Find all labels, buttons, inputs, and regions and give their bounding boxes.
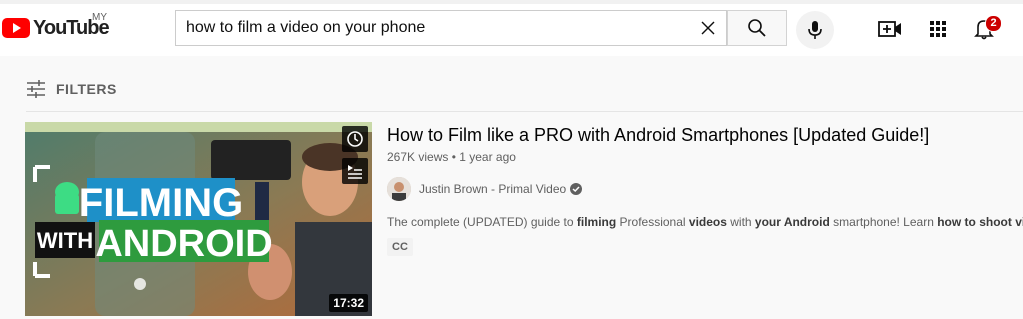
search-input[interactable] [176,11,686,45]
clock-icon [347,131,363,147]
video-description: The complete (UPDATED) guide to filming … [387,215,1023,229]
apps-grid-icon [930,21,946,37]
masthead: YouTube MY how to film a video on your p… [0,0,1023,56]
thumb-line1: FILMING [79,181,243,225]
filters-label: FILTERS [56,81,117,97]
close-icon [701,21,715,35]
apps-button[interactable] [925,16,951,42]
verified-badge [570,183,583,195]
clear-search-button[interactable] [694,14,722,42]
search-button[interactable] [727,10,787,46]
search-icon [748,19,766,37]
video-duration: 17:32 [329,294,368,312]
notification-count-badge: 2 [985,15,1002,32]
region-code: MY [92,12,107,23]
video-meta: 267K views • 1 year ago [387,150,516,164]
sliders-icon [27,80,45,98]
search-box [175,10,727,46]
video-title-link[interactable]: How to Film like a PRO with Android Smar… [387,125,929,146]
watch-later-button[interactable] [342,126,368,152]
channel-avatar[interactable] [387,177,411,201]
cc-badge: CC [387,238,413,256]
add-to-queue-button[interactable] [342,158,368,184]
thumb-line2a: WITH [37,228,93,253]
filters-button[interactable]: FILTERS [26,78,117,100]
create-video-icon [878,21,901,37]
channel-link[interactable]: Justin Brown - Primal Video [387,176,583,202]
playlist-add-icon [348,165,362,179]
android-robot-icon [55,182,79,214]
filters-divider [26,111,1023,112]
verified-check-icon [570,183,583,195]
youtube-logo-icon [2,18,30,38]
top-strip [0,0,1023,4]
thumb-line2b: ANDROID [95,223,272,265]
voice-search-button[interactable] [796,11,834,49]
thumbnail-art: FILMING WITH ANDROID [25,122,372,316]
microphone-icon [808,21,822,39]
create-button[interactable] [877,16,903,42]
channel-name[interactable]: Justin Brown - Primal Video [419,182,566,196]
video-thumbnail[interactable]: FILMING WITH ANDROID 17:32 [25,122,372,316]
